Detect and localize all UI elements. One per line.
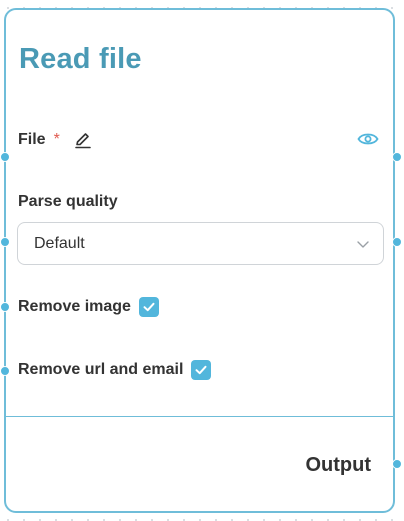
- remove-image-checkbox[interactable]: [138, 297, 159, 317]
- remove-image-label: Remove image: [18, 298, 131, 315]
- output-label: Output: [305, 454, 371, 476]
- file-field-row: File *: [18, 130, 93, 150]
- required-marker: *: [53, 131, 60, 148]
- input-handle-file[interactable]: [0, 152, 10, 162]
- input-handle-remove-image[interactable]: [0, 302, 10, 312]
- output-handle-parse-quality[interactable]: [392, 237, 402, 247]
- parse-quality-value: Default: [34, 234, 85, 252]
- parse-quality-select[interactable]: Default: [17, 222, 384, 265]
- file-label: File: [18, 131, 46, 148]
- input-handle-remove-url-email[interactable]: [0, 366, 10, 376]
- remove-url-email-checkbox[interactable]: [191, 360, 212, 380]
- pencil-icon[interactable]: [73, 130, 93, 150]
- output-handle-file-preview[interactable]: [392, 152, 402, 162]
- parse-quality-label: Parse quality: [18, 193, 118, 210]
- remove-url-email-label: Remove url and email: [18, 361, 184, 378]
- section-divider: [6, 416, 393, 417]
- node-title: Read file: [19, 43, 142, 75]
- checkmark-icon: [143, 302, 155, 312]
- input-handle-parse-quality[interactable]: [0, 237, 10, 247]
- remove-image-row: Remove image: [18, 297, 159, 317]
- read-file-node[interactable]: Read file File * Parse quality Default R…: [4, 8, 395, 513]
- remove-url-email-row: Remove url and email: [18, 360, 212, 380]
- eye-icon[interactable]: [357, 130, 379, 148]
- output-handle-output[interactable]: [392, 459, 402, 469]
- checkmark-icon: [195, 365, 207, 375]
- chevron-down-icon: [355, 236, 371, 252]
